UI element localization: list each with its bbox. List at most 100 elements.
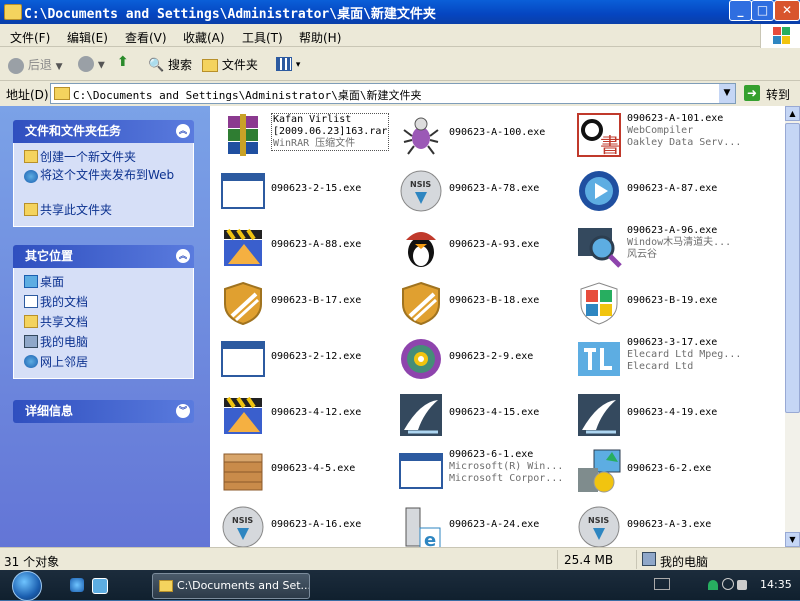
views-button[interactable]: ▾: [276, 56, 300, 71]
file-item[interactable]: e 090623-A-24.exe: [392, 500, 570, 547]
task-publish-web[interactable]: 将这个文件夹发布到Web: [24, 167, 193, 200]
panel-header[interactable]: 其它位置 ︽: [13, 245, 194, 268]
place-network[interactable]: 网上邻居: [24, 352, 193, 372]
ie-quicklaunch-icon[interactable]: [70, 578, 84, 592]
file-item[interactable]: 090623-B-19.exe: [570, 276, 748, 328]
swoosh-icon: [576, 392, 622, 438]
place-my-computer[interactable]: 我的电脑: [24, 332, 193, 352]
file-label: 090623-6-1.exe Microsoft(R) Win... Microso…: [449, 449, 563, 485]
file-item[interactable]: NSIS 090623-A-16.exe: [214, 500, 392, 547]
file-item[interactable]: NSIS 090623-A-3.exe: [570, 500, 748, 547]
back-button[interactable]: 后退 ▼: [8, 56, 63, 74]
go-arrow-icon[interactable]: ➜: [744, 85, 760, 101]
keyboard-icon[interactable]: [654, 578, 670, 590]
file-item[interactable]: 090623-6-1.exe Microsoft(R) Win... Microso…: [392, 444, 570, 496]
chevron-down-icon[interactable]: ▼: [719, 84, 735, 103]
menu-edit[interactable]: 编辑(E): [67, 29, 108, 46]
start-button[interactable]: [12, 571, 42, 601]
back-label: 后退: [27, 58, 52, 72]
menu-help[interactable]: 帮助(H): [299, 29, 341, 46]
file-item[interactable]: 090623-3-17.exe Elecard Ltd Mpeg... Elecar…: [570, 332, 748, 384]
file-item[interactable]: 090623-4-15.exe: [392, 388, 570, 440]
task-new-folder[interactable]: 创建一个新文件夹: [24, 147, 193, 167]
file-item[interactable]: 090623-A-96.exe Window木马清道夫... 风云谷: [570, 220, 748, 272]
volume-icon[interactable]: [737, 580, 748, 590]
file-name: 090623-A-100.exe: [449, 127, 546, 138]
shield-icon: [398, 280, 444, 326]
clapper-icon: [220, 392, 266, 438]
collapse-icon[interactable]: ︽: [176, 249, 190, 263]
go-button[interactable]: 转到: [766, 86, 790, 103]
search-button[interactable]: 🔍 搜索: [148, 56, 192, 73]
forward-button[interactable]: ▼: [78, 56, 105, 72]
file-item[interactable]: 090623-2-12.exe: [214, 332, 392, 384]
file-item[interactable]: 090623-B-18.exe: [392, 276, 570, 328]
file-item[interactable]: 090623-A-87.exe: [570, 164, 748, 216]
scroll-thumb[interactable]: [785, 123, 800, 413]
tray-app-icon[interactable]: [707, 580, 718, 590]
file-company: Oakley Data Serv...: [627, 137, 742, 148]
place-my-documents[interactable]: 我的文档: [24, 292, 193, 312]
forward-arrow-icon: [78, 56, 94, 72]
file-item[interactable]: Kafan Virlist [2009.06.23]163.rar WinRAR 压…: [214, 108, 392, 160]
scroll-up-icon[interactable]: ▲: [785, 106, 800, 121]
vertical-scrollbar[interactable]: ▲ ▼: [785, 106, 800, 547]
file-item[interactable]: 090623-4-12.exe: [214, 388, 392, 440]
file-item[interactable]: 090623-4-5.exe: [214, 444, 392, 496]
svg-text:NSIS: NSIS: [588, 516, 609, 525]
file-item[interactable]: NSIS 090623-A-78.exe: [392, 164, 570, 216]
taskbar-button-explorer[interactable]: C:\Documents and Set...: [152, 573, 310, 599]
file-item[interactable]: 090623-B-17.exe: [214, 276, 392, 328]
file-label: 090623-3-17.exe Elecard Ltd Mpeg... Elecar…: [627, 337, 741, 373]
title-bar[interactable]: C:\Documents and Settings\Administrator\…: [0, 0, 800, 24]
file-item[interactable]: 090623-A-100.exe: [392, 108, 570, 160]
place-shared-documents[interactable]: 共享文档: [24, 312, 193, 332]
clapper-icon: [220, 224, 266, 270]
file-item[interactable]: 090623-2-9.exe: [392, 332, 570, 384]
elecard-icon: [576, 336, 622, 382]
menu-file[interactable]: 文件(F): [10, 29, 50, 46]
file-name: 090623-6-1.exe: [449, 449, 534, 460]
folder-icon: [24, 315, 38, 328]
file-item[interactable]: 090623-2-15.exe: [214, 164, 392, 216]
menu-favorites[interactable]: 收藏(A): [183, 29, 225, 46]
file-item[interactable]: 090623-4-19.exe: [570, 388, 748, 440]
panel-header[interactable]: 详细信息 ︾: [13, 400, 194, 423]
scroll-down-icon[interactable]: ▼: [785, 532, 800, 547]
desktop-quicklaunch-icon[interactable]: [92, 578, 108, 594]
file-item[interactable]: 090623-6-2.exe: [570, 444, 748, 496]
globe-icon: [24, 170, 38, 183]
other-places-panel: 其它位置 ︽ 桌面 我的文档 共享文档 我的电脑 网上邻居: [13, 245, 194, 379]
file-item[interactable]: 090623-A-93.exe: [392, 220, 570, 272]
task-label: 将这个文件夹发布到Web: [40, 168, 175, 182]
minimize-button[interactable]: _: [729, 0, 752, 21]
place-label: 桌面: [40, 275, 65, 289]
expand-icon[interactable]: ︾: [176, 404, 190, 418]
close-button[interactable]: ✕: [774, 0, 800, 21]
folders-button[interactable]: 文件夹: [202, 56, 258, 73]
file-item[interactable]: 書 090623-A-101.exe WebCompiler Oakley Data …: [570, 108, 748, 160]
collapse-icon[interactable]: ︽: [176, 124, 190, 138]
shield-icon: [220, 280, 266, 326]
file-name: 090623-A-101.exe: [627, 113, 724, 124]
computer-icon: [642, 552, 656, 566]
file-label: 090623-A-96.exe Window木马清道夫... 风云谷: [627, 225, 731, 261]
menu-view[interactable]: 查看(V): [125, 29, 167, 46]
network-icon: [24, 355, 38, 368]
file-name: 090623-2-9.exe: [449, 351, 534, 362]
task-share-folder[interactable]: 共享此文件夹: [24, 200, 193, 220]
task-pane: 文件和文件夹任务 ︽ 创建一个新文件夹 将这个文件夹发布到Web 共享此文件夹 其…: [0, 106, 210, 547]
menu-tools[interactable]: 工具(T): [242, 29, 283, 46]
network-tray-icon[interactable]: [721, 578, 734, 590]
place-desktop[interactable]: 桌面: [24, 272, 193, 292]
maximize-button[interactable]: □: [751, 0, 774, 21]
file-list: Kafan Virlist [2009.06.23]163.rar WinRAR 压…: [210, 106, 785, 547]
search-label: 搜索: [168, 58, 193, 72]
magnifier-icon: [576, 224, 622, 270]
file-name: 090623-3-17.exe: [627, 337, 718, 348]
address-input[interactable]: C:\Documents and Settings\Administrator\…: [50, 83, 736, 104]
window-icon: [220, 336, 266, 382]
file-item[interactable]: 090623-A-88.exe: [214, 220, 392, 272]
up-folder-icon[interactable]: ⬆: [117, 54, 129, 70]
panel-header[interactable]: 文件和文件夹任务 ︽: [13, 120, 194, 143]
